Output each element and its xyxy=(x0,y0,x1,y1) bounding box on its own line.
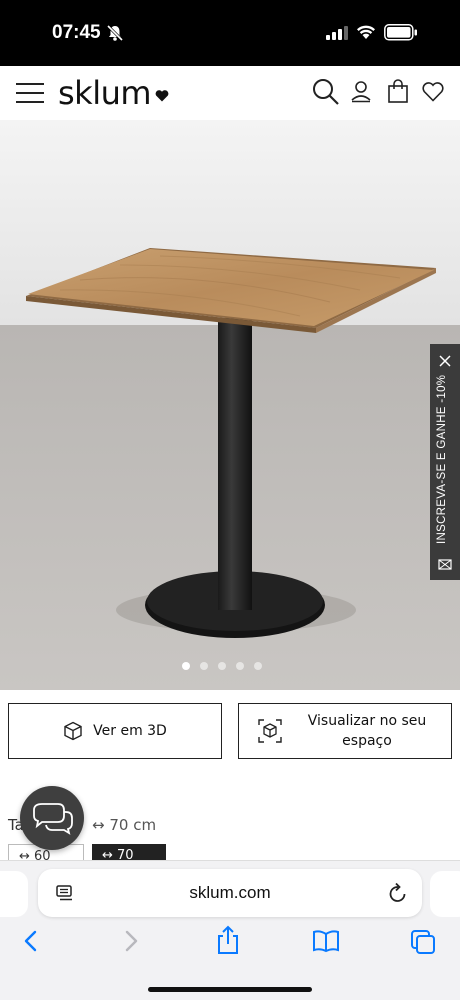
next-tab-peek[interactable] xyxy=(430,871,460,917)
site-header: sklum xyxy=(0,66,460,120)
gift-icon xyxy=(438,559,452,570)
bell-slash-icon xyxy=(106,24,124,42)
view-3d-label: Ver em 3D xyxy=(93,723,167,739)
bag-icon[interactable] xyxy=(388,79,408,103)
newsletter-promo-tab[interactable]: INSCREVA-SE E GANHE -10% xyxy=(430,344,460,580)
size-selected-value: ↔ 70 cm xyxy=(92,816,157,834)
bookmarks-icon[interactable] xyxy=(312,929,340,953)
product-photo xyxy=(0,120,460,690)
heart-icon[interactable] xyxy=(422,82,444,102)
promo-label: INSCREVA-SE E GANHE -10% xyxy=(436,374,448,544)
logo-heart-icon xyxy=(155,90,169,102)
user-icon[interactable] xyxy=(350,80,372,104)
forward-icon[interactable] xyxy=(122,929,140,953)
tabs-icon[interactable] xyxy=(410,929,436,955)
status-time: 07:45 xyxy=(52,22,101,43)
carousel-dot[interactable] xyxy=(182,662,190,670)
ar-cube-icon xyxy=(258,719,282,743)
status-bar: 07:45 xyxy=(0,0,460,66)
carousel-dot[interactable] xyxy=(200,662,208,670)
address-bar[interactable]: sklum.com xyxy=(38,869,422,917)
browser-chrome: sklum.com xyxy=(0,860,460,1000)
view-ar-button[interactable]: Visualizar no seu espaço xyxy=(238,703,452,759)
product-image[interactable]: INSCREVA-SE E GANHE -10% xyxy=(0,120,460,690)
url-text: sklum.com xyxy=(189,883,271,902)
back-icon[interactable] xyxy=(22,929,40,953)
wifi-icon xyxy=(357,25,375,39)
home-indicator xyxy=(148,987,312,992)
signal-icon xyxy=(326,26,348,40)
carousel-dot[interactable] xyxy=(218,662,226,670)
menu-icon[interactable] xyxy=(16,82,44,104)
view-ar-label: Visualizar no seu espaço xyxy=(307,713,427,749)
reload-icon[interactable] xyxy=(388,882,408,904)
search-icon[interactable] xyxy=(312,78,340,106)
chat-icon xyxy=(33,803,73,835)
logo[interactable]: sklum xyxy=(58,74,152,112)
cube-icon xyxy=(64,721,82,741)
battery-icon xyxy=(384,24,417,41)
close-icon[interactable] xyxy=(438,354,452,368)
carousel-dot[interactable] xyxy=(254,662,262,670)
chat-button[interactable] xyxy=(20,786,84,850)
share-icon[interactable] xyxy=(216,925,240,955)
view-3d-button[interactable]: Ver em 3D xyxy=(8,703,222,759)
carousel-dot[interactable] xyxy=(236,662,244,670)
carousel-dots xyxy=(182,662,262,670)
prev-tab-peek[interactable] xyxy=(0,871,28,917)
